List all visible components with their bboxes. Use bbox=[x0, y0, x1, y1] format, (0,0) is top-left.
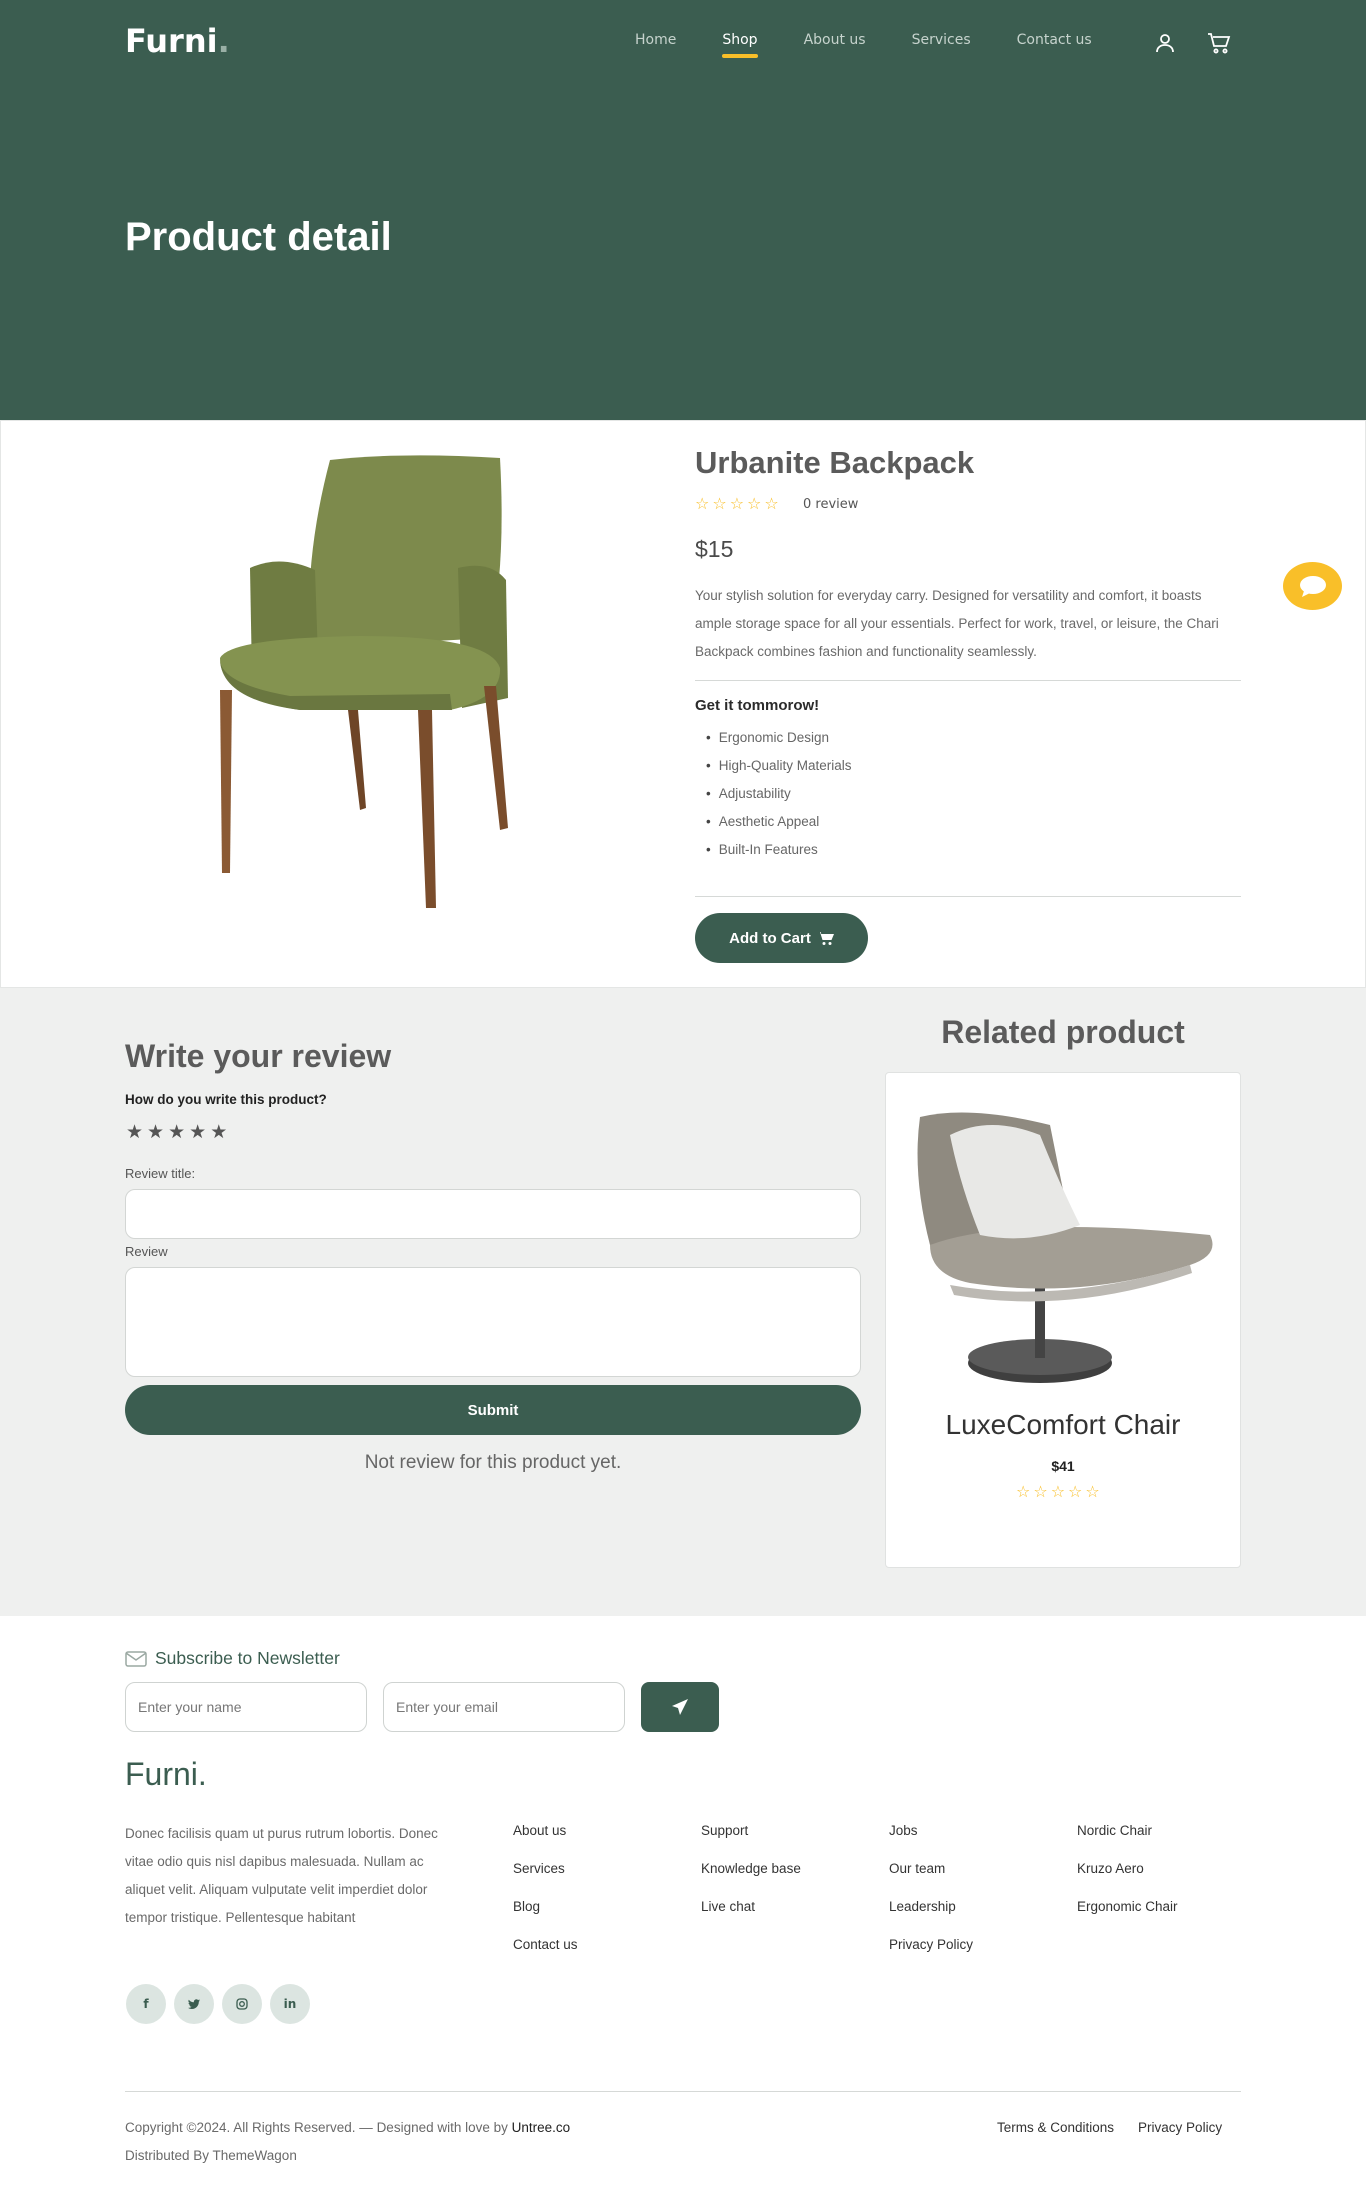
related-product-name: LuxeComfort Chair bbox=[945, 1409, 1181, 1440]
footer-link[interactable]: Knowledge base bbox=[701, 1855, 801, 1893]
review-title-label: Review title: bbox=[125, 1166, 196, 1181]
delivery-note: Get it tommorow! bbox=[695, 697, 820, 714]
facebook-icon[interactable]: f bbox=[126, 1984, 166, 2024]
star-icon[interactable]: ★ bbox=[147, 1121, 164, 1143]
page-title: Product detail bbox=[125, 215, 392, 259]
footer-link[interactable]: Live chat bbox=[701, 1893, 801, 1931]
legal-links: Terms & Conditions Privacy Policy bbox=[997, 2120, 1222, 2135]
distributed-by: Distributed By ThemeWagon bbox=[125, 2148, 297, 2163]
social-links: f in bbox=[126, 1984, 310, 2024]
newsletter-label: Subscribe to Newsletter bbox=[125, 1648, 340, 1669]
privacy-link[interactable]: Privacy Policy bbox=[1138, 2120, 1222, 2135]
linkedin-icon[interactable]: in bbox=[270, 1984, 310, 2024]
footer-link[interactable]: Nordic Chair bbox=[1077, 1817, 1178, 1855]
star-outline-icon: ☆ bbox=[712, 494, 727, 513]
rating-input: ★ ★ ★ ★ ★ bbox=[126, 1121, 227, 1143]
footer-link[interactable]: Leadership bbox=[889, 1893, 973, 1931]
list-item: Aesthetic Appeal bbox=[706, 808, 852, 836]
star-outline-icon: ☆ bbox=[1085, 1482, 1100, 1501]
footer-link[interactable]: Jobs bbox=[889, 1817, 973, 1855]
nav-services[interactable]: Services bbox=[912, 32, 971, 48]
credit-link[interactable]: Untree.co bbox=[512, 2120, 571, 2135]
footer-link[interactable]: About us bbox=[513, 1817, 578, 1855]
star-outline-icon: ☆ bbox=[1050, 1482, 1066, 1501]
list-item: High-Quality Materials bbox=[706, 752, 852, 780]
newsletter-email-input[interactable]: Enter your email bbox=[383, 1682, 625, 1732]
hero-banner bbox=[0, 0, 1366, 420]
footer-link[interactable]: Ergonomic Chair bbox=[1077, 1893, 1178, 1931]
paper-plane-icon bbox=[672, 1699, 688, 1715]
star-outline-icon: ☆ bbox=[1016, 1482, 1031, 1501]
footer-link[interactable]: Our team bbox=[889, 1855, 973, 1893]
review-textarea[interactable] bbox=[125, 1267, 861, 1377]
review-title-input[interactable] bbox=[125, 1189, 861, 1239]
chat-icon bbox=[1299, 576, 1326, 597]
footer-links-col-3: Jobs Our team Leadership Privacy Policy bbox=[889, 1817, 973, 1969]
related-product-price: $41 bbox=[1051, 1458, 1075, 1474]
footer-link[interactable]: Services bbox=[513, 1855, 578, 1893]
newsletter-submit-button[interactable] bbox=[641, 1682, 719, 1732]
divider bbox=[695, 680, 1241, 681]
related-product-rating: ☆ ☆ ☆ ☆ ☆ bbox=[1016, 1484, 1100, 1500]
chat-widget-button[interactable] bbox=[1283, 562, 1342, 610]
review-question: How do you write this product? bbox=[125, 1092, 327, 1107]
footer-logo[interactable]: Furni. bbox=[125, 1756, 207, 1793]
star-outline-icon: ☆ bbox=[747, 494, 762, 513]
review-heading: Write your review bbox=[125, 1038, 392, 1074]
footer-about-text: Donec facilisis quam ut purus rutrum lob… bbox=[125, 1826, 438, 1925]
twitter-icon[interactable] bbox=[174, 1984, 214, 2024]
copyright: Copyright ©2024. All Rights Reserved. — … bbox=[125, 2120, 571, 2135]
add-to-cart-button[interactable]: Add to Cart bbox=[695, 913, 868, 963]
product-price: $15 bbox=[695, 536, 734, 562]
cart-icon[interactable] bbox=[1206, 30, 1232, 56]
related-product-image bbox=[910, 1105, 1220, 1395]
star-outline-icon: ☆ bbox=[1068, 1482, 1083, 1501]
star-outline-icon: ☆ bbox=[695, 494, 710, 513]
product-name: Urbanite Backpack bbox=[695, 445, 975, 480]
related-heading: Related product bbox=[941, 1014, 1185, 1050]
empty-reviews-message: Not review for this product yet. bbox=[364, 1452, 622, 1473]
nav-contact[interactable]: Contact us bbox=[1017, 32, 1092, 48]
list-item: Adjustability bbox=[706, 780, 852, 808]
footer-links-col-2: Support Knowledge base Live chat bbox=[701, 1817, 801, 1931]
feature-list: Ergonomic Design High-Quality Materials … bbox=[706, 724, 852, 864]
star-outline-icon: ☆ bbox=[764, 494, 779, 513]
nav-shop[interactable]: Shop bbox=[722, 32, 758, 58]
divider bbox=[125, 2091, 1241, 2092]
footer-link[interactable]: Privacy Policy bbox=[889, 1931, 973, 1969]
nav-home[interactable]: Home bbox=[635, 32, 676, 48]
product-image bbox=[200, 448, 530, 918]
nav-icons bbox=[1152, 30, 1232, 56]
add-to-cart-label: Add to Cart bbox=[729, 929, 811, 947]
star-icon[interactable]: ★ bbox=[126, 1121, 143, 1143]
footer-link[interactable]: Support bbox=[701, 1817, 801, 1855]
instagram-icon[interactable] bbox=[222, 1984, 262, 2024]
product-description: Your stylish solution for everyday carry… bbox=[695, 588, 1219, 659]
divider bbox=[695, 896, 1241, 897]
footer-link[interactable]: Blog bbox=[513, 1893, 578, 1931]
product-rating: ☆ ☆ ☆ ☆ ☆ bbox=[695, 496, 779, 512]
nav-about[interactable]: About us bbox=[804, 32, 866, 48]
newsletter-name-input[interactable]: Enter your name bbox=[125, 1682, 367, 1732]
star-outline-icon: ☆ bbox=[729, 494, 745, 513]
star-outline-icon: ☆ bbox=[1033, 1482, 1048, 1501]
list-item: Built-In Features bbox=[706, 836, 852, 864]
review-label: Review bbox=[125, 1244, 168, 1259]
brand-logo[interactable]: Furni. bbox=[125, 22, 230, 60]
star-icon[interactable]: ★ bbox=[189, 1121, 206, 1143]
review-count: 0 review bbox=[803, 497, 859, 512]
footer-links-col-1: About us Services Blog Contact us bbox=[513, 1817, 578, 1969]
footer-link[interactable]: Contact us bbox=[513, 1931, 578, 1969]
submit-button[interactable]: Submit bbox=[125, 1385, 861, 1435]
star-icon[interactable]: ★ bbox=[168, 1121, 185, 1143]
list-item: Ergonomic Design bbox=[706, 724, 852, 752]
footer-link[interactable]: Kruzo Aero bbox=[1077, 1855, 1178, 1893]
user-icon[interactable] bbox=[1152, 30, 1178, 56]
star-icon[interactable]: ★ bbox=[210, 1121, 227, 1143]
main-nav: Home Shop About us Services Contact us bbox=[635, 32, 1138, 58]
cart-icon bbox=[816, 931, 834, 945]
envelope-icon bbox=[125, 1650, 147, 1667]
terms-link[interactable]: Terms & Conditions bbox=[997, 2120, 1114, 2135]
footer-links-col-4: Nordic Chair Kruzo Aero Ergonomic Chair bbox=[1077, 1817, 1178, 1931]
